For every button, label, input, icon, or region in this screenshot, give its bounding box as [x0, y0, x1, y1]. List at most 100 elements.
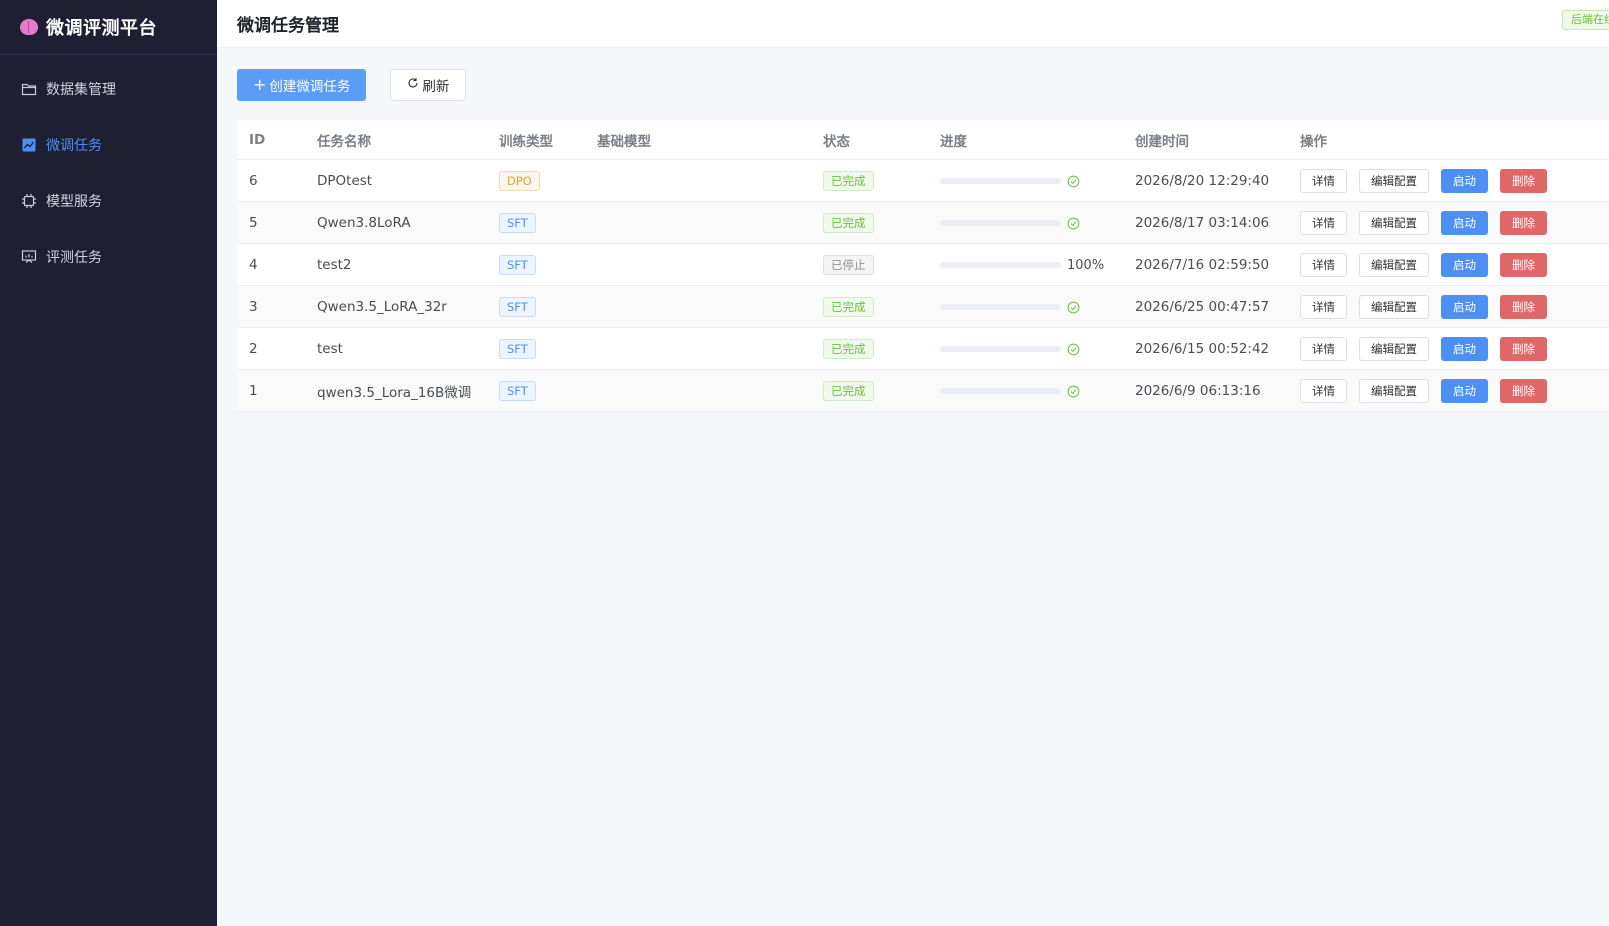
status-badge: 已完成 — [823, 297, 874, 317]
status-badge: 已完成 — [823, 171, 874, 191]
cell-progress — [940, 370, 1080, 412]
type-tag: SFT — [499, 381, 536, 401]
edit-config-button[interactable]: 编辑配置 — [1359, 169, 1429, 193]
table-header: ID 任务名称 训练类型 基础模型 状态 进度 创建时间 操作 — [237, 120, 1609, 160]
brand-title: 微调评测平台 — [46, 18, 157, 39]
cell-id: 6 — [249, 173, 258, 189]
cell-ops: 详情 编辑配置 启动 删除 — [1300, 370, 1559, 412]
type-tag: DPO — [499, 171, 540, 191]
edit-config-button[interactable]: 编辑配置 — [1359, 337, 1429, 361]
cell-ops: 详情 编辑配置 启动 删除 — [1300, 328, 1559, 370]
cell-id: 2 — [249, 341, 258, 357]
cell-status: 已完成 — [823, 202, 874, 244]
cell-name: Qwen3.5_LoRA_32r — [317, 299, 447, 315]
refresh-icon — [407, 77, 419, 93]
detail-button[interactable]: 详情 — [1300, 253, 1347, 277]
cell-ops: 详情 编辑配置 启动 删除 — [1300, 286, 1559, 328]
create-task-button[interactable]: + 创建微调任务 — [237, 69, 367, 101]
detail-button[interactable]: 详情 — [1300, 169, 1347, 193]
presentation-icon — [21, 249, 37, 265]
page-header: 微调任务管理 后端在线 — [217, 0, 1609, 48]
cell-progress — [940, 328, 1080, 370]
col-ops: 操作 — [1300, 134, 1327, 150]
delete-button[interactable]: 删除 — [1500, 211, 1547, 235]
cell-created: 2026/6/25 00:47:57 — [1135, 299, 1270, 315]
cell-progress — [940, 202, 1080, 244]
detail-button[interactable]: 详情 — [1300, 295, 1347, 319]
backend-status-badge: 后端在线 — [1562, 10, 1609, 30]
table-row: 6 DPOtest DPO 已完成 2026/8/20 12:29:40 详情 … — [237, 160, 1609, 202]
cell-id: 5 — [249, 215, 258, 231]
brain-icon — [20, 19, 38, 35]
toolbar: + 创建微调任务 刷新 — [237, 69, 467, 101]
progress-bar — [940, 178, 1061, 184]
delete-button[interactable]: 删除 — [1500, 379, 1547, 403]
sidebar-menu: 数据集管理 微调任务 模型服务 评测任务 — [0, 55, 217, 285]
cell-name: test — [317, 341, 343, 357]
status-badge: 已完成 — [823, 339, 874, 359]
start-button[interactable]: 启动 — [1441, 211, 1488, 235]
start-button[interactable]: 启动 — [1441, 253, 1488, 277]
check-circle-icon — [1067, 175, 1080, 187]
edit-config-button[interactable]: 编辑配置 — [1359, 379, 1429, 403]
start-button[interactable]: 启动 — [1441, 337, 1488, 361]
start-button[interactable]: 启动 — [1441, 295, 1488, 319]
edit-config-button[interactable]: 编辑配置 — [1359, 295, 1429, 319]
detail-button[interactable]: 详情 — [1300, 337, 1347, 361]
status-badge: 已停止 — [823, 255, 874, 275]
chart-icon — [21, 137, 37, 153]
type-tag: SFT — [499, 213, 536, 233]
progress-bar — [940, 220, 1061, 226]
cell-ops: 详情 编辑配置 启动 删除 — [1300, 202, 1559, 244]
start-button[interactable]: 启动 — [1441, 379, 1488, 403]
start-button[interactable]: 启动 — [1441, 169, 1488, 193]
cell-created: 2026/6/9 06:13:16 — [1135, 383, 1261, 399]
cell-progress: 100% — [940, 244, 1104, 286]
sidebar-item-datasets[interactable]: 数据集管理 — [0, 61, 217, 117]
cell-type: SFT — [499, 244, 536, 286]
folder-icon — [21, 81, 37, 97]
table-row: 5 Qwen3.8LoRA SFT 已完成 2026/8/17 03:14:06… — [237, 202, 1609, 244]
progress-bar — [940, 262, 1061, 268]
cell-name: DPOtest — [317, 173, 373, 189]
cell-status: 已完成 — [823, 286, 874, 328]
sidebar-item-model-service[interactable]: 模型服务 — [0, 173, 217, 229]
sidebar-item-label: 微调任务 — [46, 138, 102, 154]
edit-config-button[interactable]: 编辑配置 — [1359, 211, 1429, 235]
delete-button[interactable]: 删除 — [1500, 337, 1547, 361]
main-content: 微调任务管理 后端在线 + 创建微调任务 刷新 ID 任务名称 训练类型 基础模… — [217, 0, 1609, 926]
delete-button[interactable]: 删除 — [1500, 295, 1547, 319]
refresh-button[interactable]: 刷新 — [390, 69, 467, 101]
table-body: 6 DPOtest DPO 已完成 2026/8/20 12:29:40 详情 … — [237, 160, 1609, 412]
col-progress: 进度 — [940, 134, 967, 150]
col-status: 状态 — [823, 134, 850, 150]
status-badge: 已完成 — [823, 381, 874, 401]
delete-button[interactable]: 删除 — [1500, 253, 1547, 277]
progress-bar — [940, 388, 1061, 394]
sidebar-item-evaluation[interactable]: 评测任务 — [0, 229, 217, 285]
edit-config-button[interactable]: 编辑配置 — [1359, 253, 1429, 277]
task-table: ID 任务名称 训练类型 基础模型 状态 进度 创建时间 操作 6 DPOtes… — [237, 120, 1609, 412]
col-model: 基础模型 — [597, 134, 651, 150]
sidebar-item-finetune[interactable]: 微调任务 — [0, 117, 217, 173]
brand: 微调评测平台 — [0, 0, 217, 55]
cell-name: qwen3.5_Lora_16B微调 — [317, 385, 472, 401]
cell-status: 已完成 — [823, 328, 874, 370]
sidebar-item-label: 数据集管理 — [46, 82, 116, 98]
check-circle-icon — [1067, 301, 1080, 313]
cell-type: SFT — [499, 286, 536, 328]
cell-created: 2026/8/17 03:14:06 — [1135, 215, 1270, 231]
cell-name: Qwen3.8LoRA — [317, 215, 411, 231]
cell-created: 2026/6/15 00:52:42 — [1135, 341, 1270, 357]
page-title: 微调任务管理 — [237, 16, 339, 36]
detail-button[interactable]: 详情 — [1300, 211, 1347, 235]
detail-button[interactable]: 详情 — [1300, 379, 1347, 403]
cell-created: 2026/8/20 12:29:40 — [1135, 173, 1270, 189]
delete-button[interactable]: 删除 — [1500, 169, 1547, 193]
cell-status: 已停止 — [823, 244, 874, 286]
progress-bar — [940, 346, 1061, 352]
plus-icon: + — [253, 75, 267, 94]
cell-type: SFT — [499, 328, 536, 370]
sidebar-item-label: 评测任务 — [46, 250, 102, 266]
cell-id: 1 — [249, 383, 258, 399]
